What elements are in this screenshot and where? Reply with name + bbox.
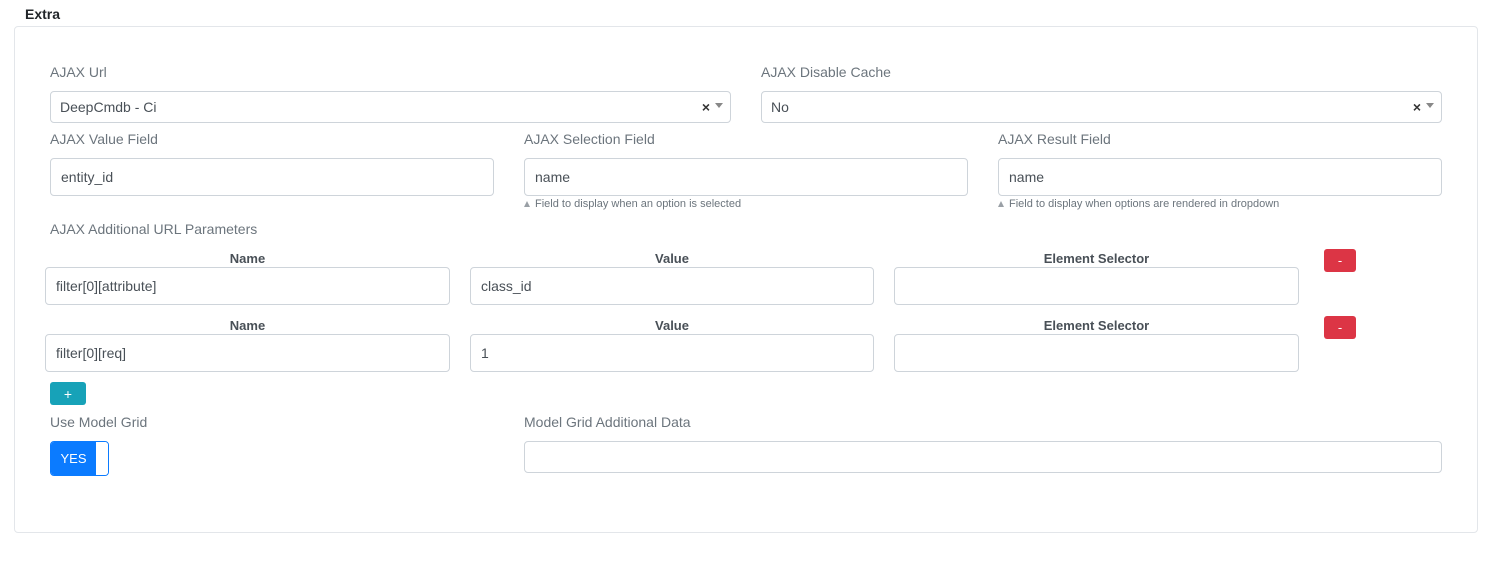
remove-param-button[interactable]: -: [1324, 316, 1356, 339]
ajax-value-field-label: AJAX Value Field: [50, 131, 158, 147]
param-name-input[interactable]: filter[0][attribute]: [45, 267, 450, 305]
param-name-value: filter[0][req]: [56, 345, 127, 361]
param-name-header: Name: [229, 318, 266, 333]
param-value-value: class_id: [481, 278, 532, 294]
ajax-result-field-help: Field to display when options are render…: [998, 198, 1279, 210]
model-grid-data-label: Model Grid Additional Data: [524, 414, 691, 430]
add-param-button[interactable]: +: [50, 382, 86, 405]
param-value-input[interactable]: class_id: [470, 267, 874, 305]
params-label: AJAX Additional URL Parameters: [50, 221, 258, 237]
ajax-disable-cache-value: No: [771, 99, 789, 115]
param-name-header: Name: [229, 251, 266, 266]
chevron-down-icon[interactable]: [715, 103, 723, 108]
triangle-up-icon: [524, 201, 530, 207]
ajax-selection-field-input[interactable]: name: [524, 158, 968, 196]
toggle-on-label: YES: [51, 442, 96, 475]
ajax-url-select[interactable]: DeepCmdb - Ci ×: [50, 91, 731, 123]
param-name-value: filter[0][attribute]: [56, 278, 157, 294]
param-name-input[interactable]: filter[0][req]: [45, 334, 450, 372]
param-value-header: Value: [655, 318, 689, 333]
ajax-result-field-value: name: [1009, 169, 1045, 185]
clear-icon[interactable]: ×: [1413, 99, 1421, 115]
remove-param-button[interactable]: -: [1324, 249, 1356, 272]
chevron-down-icon[interactable]: [1426, 103, 1434, 108]
param-selector-input[interactable]: [894, 267, 1299, 305]
triangle-up-icon: [998, 201, 1004, 207]
ajax-disable-cache-select[interactable]: No ×: [761, 91, 1442, 123]
param-value-header: Value: [655, 251, 689, 266]
ajax-selection-field-label: AJAX Selection Field: [524, 131, 655, 147]
param-selector-input[interactable]: [894, 334, 1299, 372]
param-value-value: 1: [481, 345, 489, 361]
ajax-value-field-value: entity_id: [61, 169, 114, 185]
ajax-selection-field-help: Field to display when an option is selec…: [524, 198, 741, 210]
ajax-value-field-input[interactable]: entity_id: [50, 158, 494, 196]
use-model-grid-toggle[interactable]: YES: [50, 441, 109, 476]
param-selector-header: Element Selector: [1043, 318, 1150, 333]
ajax-selection-field-value: name: [535, 169, 571, 185]
toggle-handle[interactable]: [96, 442, 108, 475]
clear-icon[interactable]: ×: [702, 99, 710, 115]
ajax-result-field-label: AJAX Result Field: [998, 131, 1111, 147]
ajax-result-field-help-text: Field to display when options are render…: [1009, 198, 1280, 210]
param-selector-header: Element Selector: [1043, 251, 1150, 266]
model-grid-data-input[interactable]: [524, 441, 1442, 473]
ajax-url-label: AJAX Url: [50, 64, 107, 80]
use-model-grid-label: Use Model Grid: [50, 414, 148, 430]
ajax-url-value: DeepCmdb - Ci: [60, 99, 157, 115]
ajax-selection-field-help-text: Field to display when an option is selec…: [535, 198, 742, 210]
ajax-result-field-input[interactable]: name: [998, 158, 1442, 196]
section-title: Extra: [25, 6, 61, 22]
param-value-input[interactable]: 1: [470, 334, 874, 372]
ajax-disable-cache-label: AJAX Disable Cache: [761, 64, 891, 80]
